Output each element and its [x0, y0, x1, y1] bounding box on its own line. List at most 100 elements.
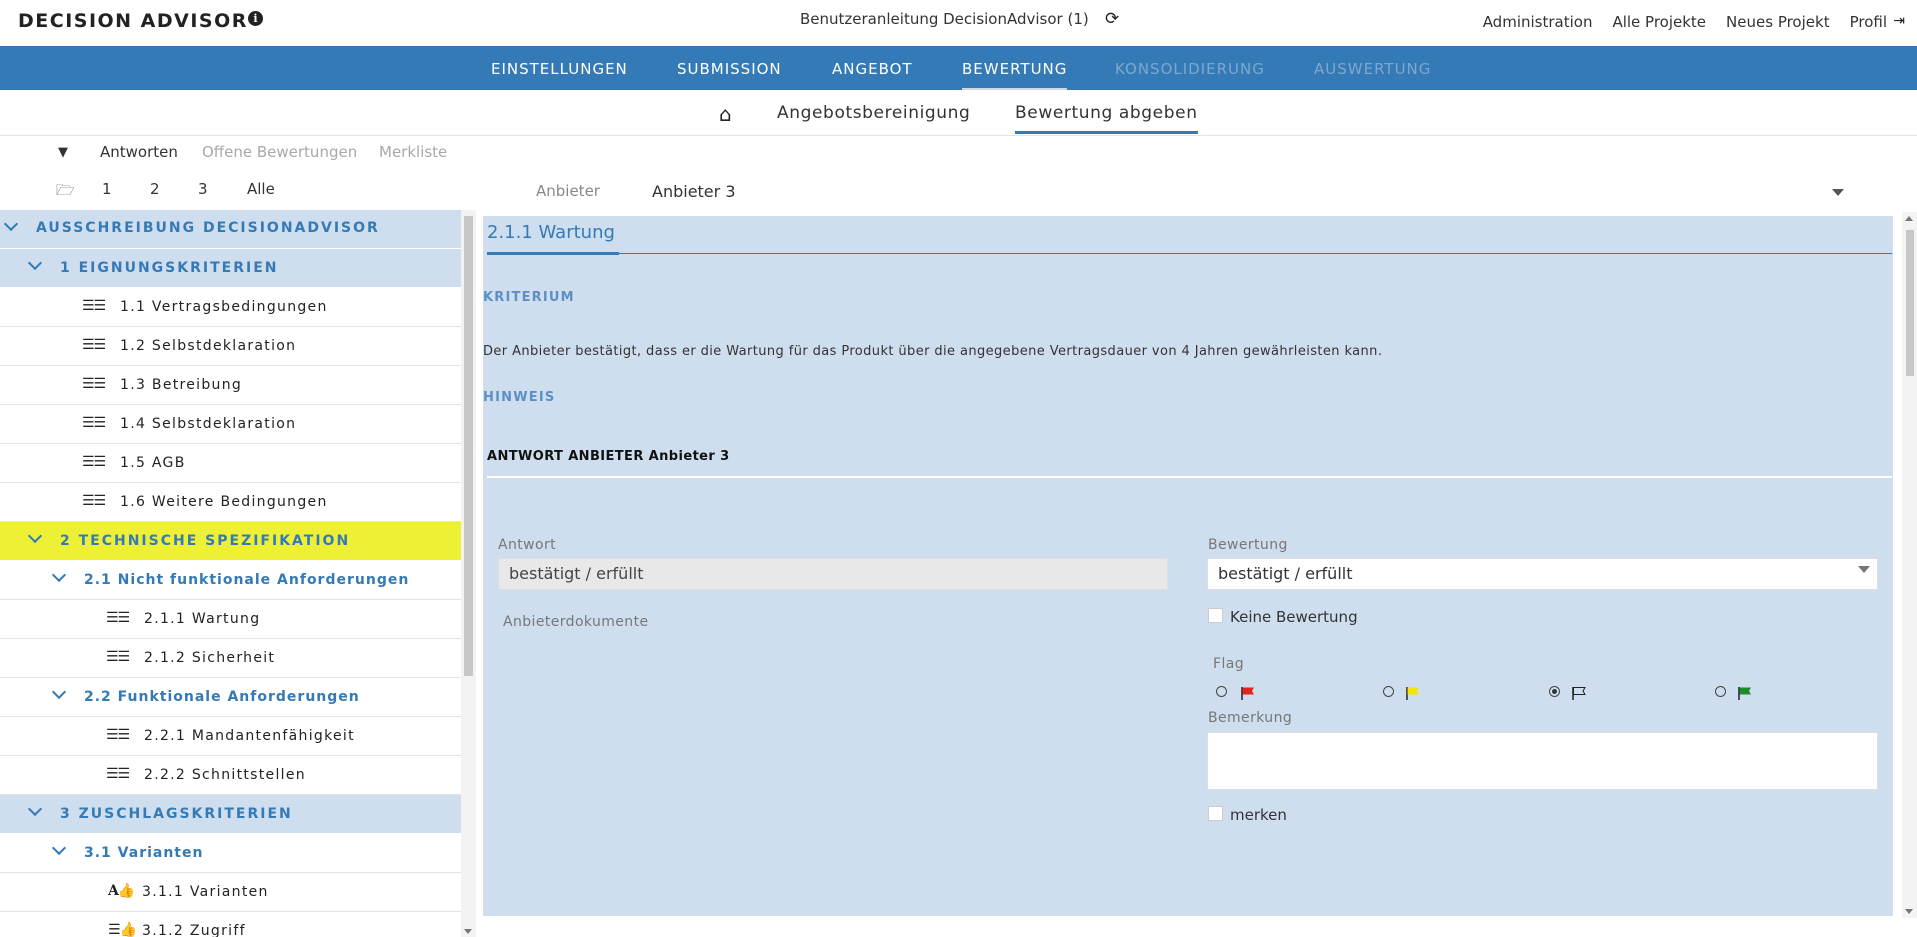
anbieterdokumente-label: Anbieterdokumente	[503, 614, 649, 630]
level-3[interactable]: 3	[198, 180, 208, 198]
filter-merkliste[interactable]: Merkliste	[379, 143, 447, 161]
tree-node[interactable]: ☰☰ 2.2.1 Mandantenfähigkeit	[0, 717, 461, 756]
flag-green-radio[interactable]	[1715, 686, 1726, 697]
subtab-angebotsbereinigung[interactable]: Angebotsbereinigung	[777, 103, 970, 123]
tree-node-selected[interactable]: 2 TECHNISCHE SPEZIFIKATION	[0, 522, 461, 561]
info-icon[interactable]: i	[248, 11, 263, 26]
nav-administration[interactable]: Administration	[1483, 13, 1593, 31]
bewertung-select[interactable]: bestätigt / erfüllt	[1207, 558, 1878, 590]
tab-auswertung: AUSWERTUNG	[1314, 60, 1432, 78]
filter-offene-bewertungen[interactable]: Offene Bewertungen	[202, 143, 357, 161]
tab-konsolidierung: KONSOLIDIERUNG	[1115, 60, 1265, 78]
tree-node[interactable]: ☰👍 3.1.2 Zugriff	[0, 912, 461, 937]
nav-neues-projekt[interactable]: Neues Projekt	[1726, 13, 1830, 31]
chevron-down-icon[interactable]	[3, 216, 19, 232]
tree-node[interactable]: 3 ZUSCHLAGSKRITERIEN	[0, 795, 461, 834]
tree-node[interactable]: ☰☰ 1.3 Betreibung	[0, 366, 461, 405]
criterion-panel: 2.1.1 Wartung KRITERIUM Der Anbieter bes…	[483, 216, 1893, 916]
refresh-icon[interactable]: ⟳	[1105, 9, 1119, 29]
scroll-down-icon[interactable]	[1905, 909, 1913, 914]
filter-antworten[interactable]: Antworten	[100, 143, 178, 161]
list-icon: ☰☰	[82, 298, 106, 314]
level-1[interactable]: 1	[102, 180, 112, 198]
sub-nav: ⌂ Angebotsbereinigung Bewertung abgeben	[0, 90, 1917, 136]
level-2[interactable]: 2	[150, 180, 160, 198]
antwort-label: Antwort	[498, 537, 557, 553]
merken-label: merken	[1230, 806, 1287, 824]
chevron-down-icon	[1832, 189, 1844, 196]
tree-node[interactable]: ☰☰ 1.5 AGB	[0, 444, 461, 483]
bemerkung-textarea[interactable]	[1207, 732, 1878, 790]
tree-node[interactable]: ☰☰ 1.2 Selbstdeklaration	[0, 327, 461, 366]
chevron-down-icon	[1858, 566, 1870, 573]
nav-alle-projekte[interactable]: Alle Projekte	[1612, 13, 1706, 31]
tree-node[interactable]: 1 EIGNUNGSKRITERIEN	[0, 249, 461, 288]
list-icon: ☰☰	[82, 337, 106, 353]
scroll-thumb[interactable]	[464, 216, 473, 676]
tree-node[interactable]: ☰☰ 1.6 Weitere Bedingungen	[0, 483, 461, 522]
panel-title[interactable]: 2.1.1 Wartung	[487, 222, 615, 243]
flag-red-icon	[1241, 687, 1254, 700]
tab-bewertung[interactable]: BEWERTUNG	[962, 60, 1068, 91]
main-nav: EINSTELLUNGEN SUBMISSION ANGEBOT BEWERTU…	[0, 46, 1917, 91]
chevron-down-icon[interactable]	[51, 840, 67, 856]
nav-profil[interactable]: Profil	[1850, 13, 1887, 31]
tree-node[interactable]: ☰☰ 2.1.2 Sicherheit	[0, 639, 461, 678]
list-icon: ☰☰	[82, 415, 106, 431]
tree-node[interactable]: 3.1 Varianten	[0, 834, 461, 873]
antwort-field: bestätigt / erfüllt	[498, 558, 1168, 590]
tree-node[interactable]: AUSSCHREIBUNG DECISIONADVISOR	[0, 210, 461, 249]
anbieter-select[interactable]: Anbieter 3	[648, 178, 1848, 206]
answer-heading: ANTWORT ANBIETER Anbieter 3	[487, 449, 730, 464]
keine-bewertung-checkbox[interactable]	[1208, 608, 1223, 623]
view-filter: ▼ Antworten Offene Bewertungen Merkliste	[0, 137, 470, 167]
home-icon[interactable]: ⌂	[719, 102, 732, 126]
tree-node[interactable]: 2.1 Nicht funktionale Anforderungen	[0, 561, 461, 600]
divider	[487, 253, 1892, 254]
tree-node[interactable]: A👍 3.1.1 Varianten	[0, 873, 461, 912]
scroll-down-icon[interactable]	[464, 929, 472, 934]
panel-scrollbar[interactable]	[1902, 212, 1917, 918]
title-underline	[487, 252, 619, 255]
subtab-bewertung-abgeben[interactable]: Bewertung abgeben	[1015, 103, 1198, 134]
tree-node[interactable]: ☰☰ 1.4 Selbstdeklaration	[0, 405, 461, 444]
logout-icon[interactable]: ⇥	[1893, 13, 1905, 29]
chevron-down-icon[interactable]	[51, 567, 67, 583]
flag-red-radio[interactable]	[1216, 686, 1227, 697]
tree-node[interactable]: ☰☰ 1.1 Vertragsbedingungen	[0, 288, 461, 327]
chevron-down-icon[interactable]	[27, 801, 43, 817]
chevron-down-icon[interactable]	[51, 684, 67, 700]
flag-yellow-radio[interactable]	[1383, 686, 1394, 697]
flag-green-icon	[1738, 687, 1751, 700]
tree-node[interactable]: 2.2 Funktionale Anforderungen	[0, 678, 461, 717]
scroll-thumb[interactable]	[1906, 230, 1914, 376]
tree-node[interactable]: ☰☰ 2.2.2 Schnittstellen	[0, 756, 461, 795]
flag-outline-icon	[1572, 687, 1586, 700]
chevron-down-icon[interactable]	[27, 255, 43, 271]
list-icon: ☰☰	[106, 766, 130, 782]
filter-icon[interactable]: ▼	[58, 145, 68, 160]
flag-label: Flag	[1213, 656, 1245, 672]
list-icon: ☰☰	[106, 727, 130, 743]
folder-open-icon[interactable]: 🗁	[56, 180, 75, 205]
tab-einstellungen[interactable]: EINSTELLUNGEN	[491, 60, 628, 78]
bewertung-value: bestätigt / erfüllt	[1218, 564, 1353, 583]
scroll-up-icon[interactable]	[1905, 216, 1913, 221]
app-logo[interactable]: DECISION ADVISOR	[18, 10, 248, 32]
kriterium-text: Der Anbieter bestätigt, dass er die Wart…	[483, 344, 1383, 359]
merken-checkbox[interactable]	[1208, 806, 1223, 821]
level-filter: 🗁 1 2 3 Alle	[0, 174, 470, 204]
chevron-down-icon[interactable]	[27, 528, 43, 544]
document-title: Benutzeranleitung DecisionAdvisor (1)	[800, 10, 1089, 28]
list-icon: ☰☰	[82, 454, 106, 470]
tab-angebot[interactable]: ANGEBOT	[832, 60, 913, 78]
kriterium-heading: KRITERIUM	[483, 290, 575, 305]
flag-yellow-icon	[1406, 687, 1419, 700]
tree-node[interactable]: ☰☰ 2.1.1 Wartung	[0, 600, 461, 639]
flag-none-radio[interactable]	[1549, 686, 1560, 697]
tab-submission[interactable]: SUBMISSION	[677, 60, 782, 78]
list-icon: ☰☰	[106, 610, 130, 626]
keine-bewertung-label: Keine Bewertung	[1230, 608, 1358, 626]
tree-scrollbar[interactable]	[461, 210, 476, 937]
level-alle[interactable]: Alle	[247, 180, 275, 198]
